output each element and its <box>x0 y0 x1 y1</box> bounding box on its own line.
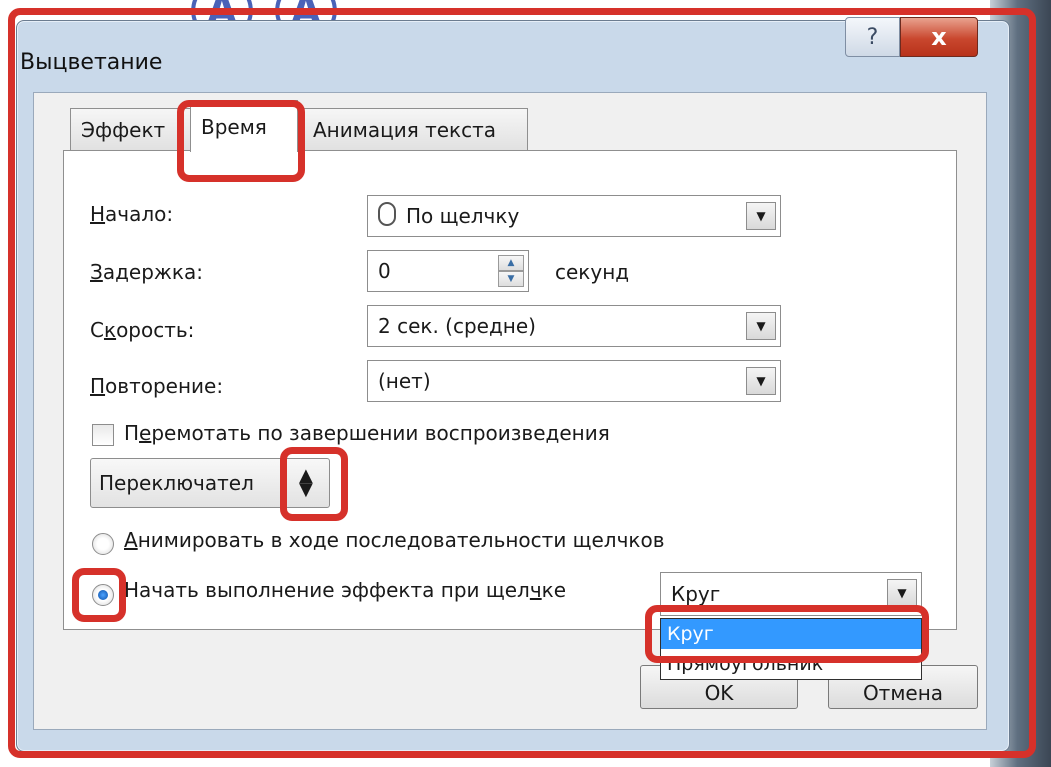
speed-combobox[interactable]: 2 сек. (средне) ▼ <box>367 305 781 347</box>
expand-collapse-icon[interactable]: ▲ ▼ <box>299 467 313 499</box>
delay-unit: секунд <box>555 260 630 284</box>
chevron-down-icon[interactable]: ▼ <box>746 202 776 230</box>
help-icon: ? <box>866 24 879 50</box>
start-combobox[interactable]: По щелчку ▼ <box>367 195 781 237</box>
repeat-combobox[interactable]: (нет) ▼ <box>367 360 781 402</box>
delay-spinner[interactable]: 0 ▲ ▼ <box>367 250 529 292</box>
trigger-shape-combobox[interactable]: Круг ▼ <box>660 572 922 616</box>
rewind-label: Перемотать по завершении воспроизведения <box>124 421 610 445</box>
trigger-shape-value: Круг <box>671 582 721 606</box>
tab-text-animation-label: Анимация текста <box>313 117 497 142</box>
delay-label: Задержка: <box>90 260 204 284</box>
spin-up-icon[interactable]: ▲ <box>498 255 524 271</box>
mouse-icon <box>378 202 396 226</box>
start-on-click-radio[interactable] <box>92 584 114 606</box>
repeat-label: Повторение: <box>90 374 224 398</box>
delay-spin-buttons[interactable]: ▲ ▼ <box>498 255 524 287</box>
tab-effect[interactable]: Эффект <box>70 108 195 150</box>
dropdown-option-circle[interactable]: Круг <box>661 619 921 649</box>
trigger-shape-dropdown-list: Круг Прямоугольник <box>660 618 922 680</box>
speed-label: Скорость: <box>90 318 195 342</box>
tab-text-animation[interactable]: Анимация текста <box>302 108 528 150</box>
speed-value: 2 сек. (средне) <box>378 314 536 338</box>
animate-sequence-radio[interactable] <box>92 533 114 555</box>
triggers-toggle-label: Переключател <box>99 471 254 495</box>
start-on-click-label: Начать выполнение эффекта при щелчке <box>124 578 567 602</box>
start-value: По щелчку <box>406 204 520 228</box>
tab-timing-label: Время <box>201 114 267 139</box>
help-button[interactable]: ? <box>845 17 900 57</box>
chevron-down-icon[interactable]: ▼ <box>887 579 917 607</box>
chevron-down-icon[interactable]: ▼ <box>746 367 776 395</box>
triggers-toggle-button[interactable]: Переключател ▲ ▼ <box>90 458 330 508</box>
close-icon: x <box>931 23 947 51</box>
cancel-button-label: Отмена <box>862 681 944 705</box>
animate-sequence-label: Анимировать в ходе последовательности ще… <box>124 528 665 552</box>
spin-down-icon[interactable]: ▼ <box>498 271 524 287</box>
start-label: Начало: <box>90 202 174 226</box>
chevron-down-icon[interactable]: ▼ <box>746 312 776 340</box>
tab-effect-label: Эффект <box>81 117 166 142</box>
rewind-checkbox[interactable] <box>92 424 114 446</box>
repeat-value: (нет) <box>378 369 431 393</box>
delay-value: 0 <box>378 259 391 283</box>
tab-timing[interactable]: Время <box>190 100 298 152</box>
close-button[interactable]: x <box>900 17 978 57</box>
dropdown-option-rectangle[interactable]: Прямоугольник <box>661 649 921 679</box>
ok-button-label: OK <box>704 681 734 705</box>
dialog-title: Выцветание <box>20 50 163 75</box>
